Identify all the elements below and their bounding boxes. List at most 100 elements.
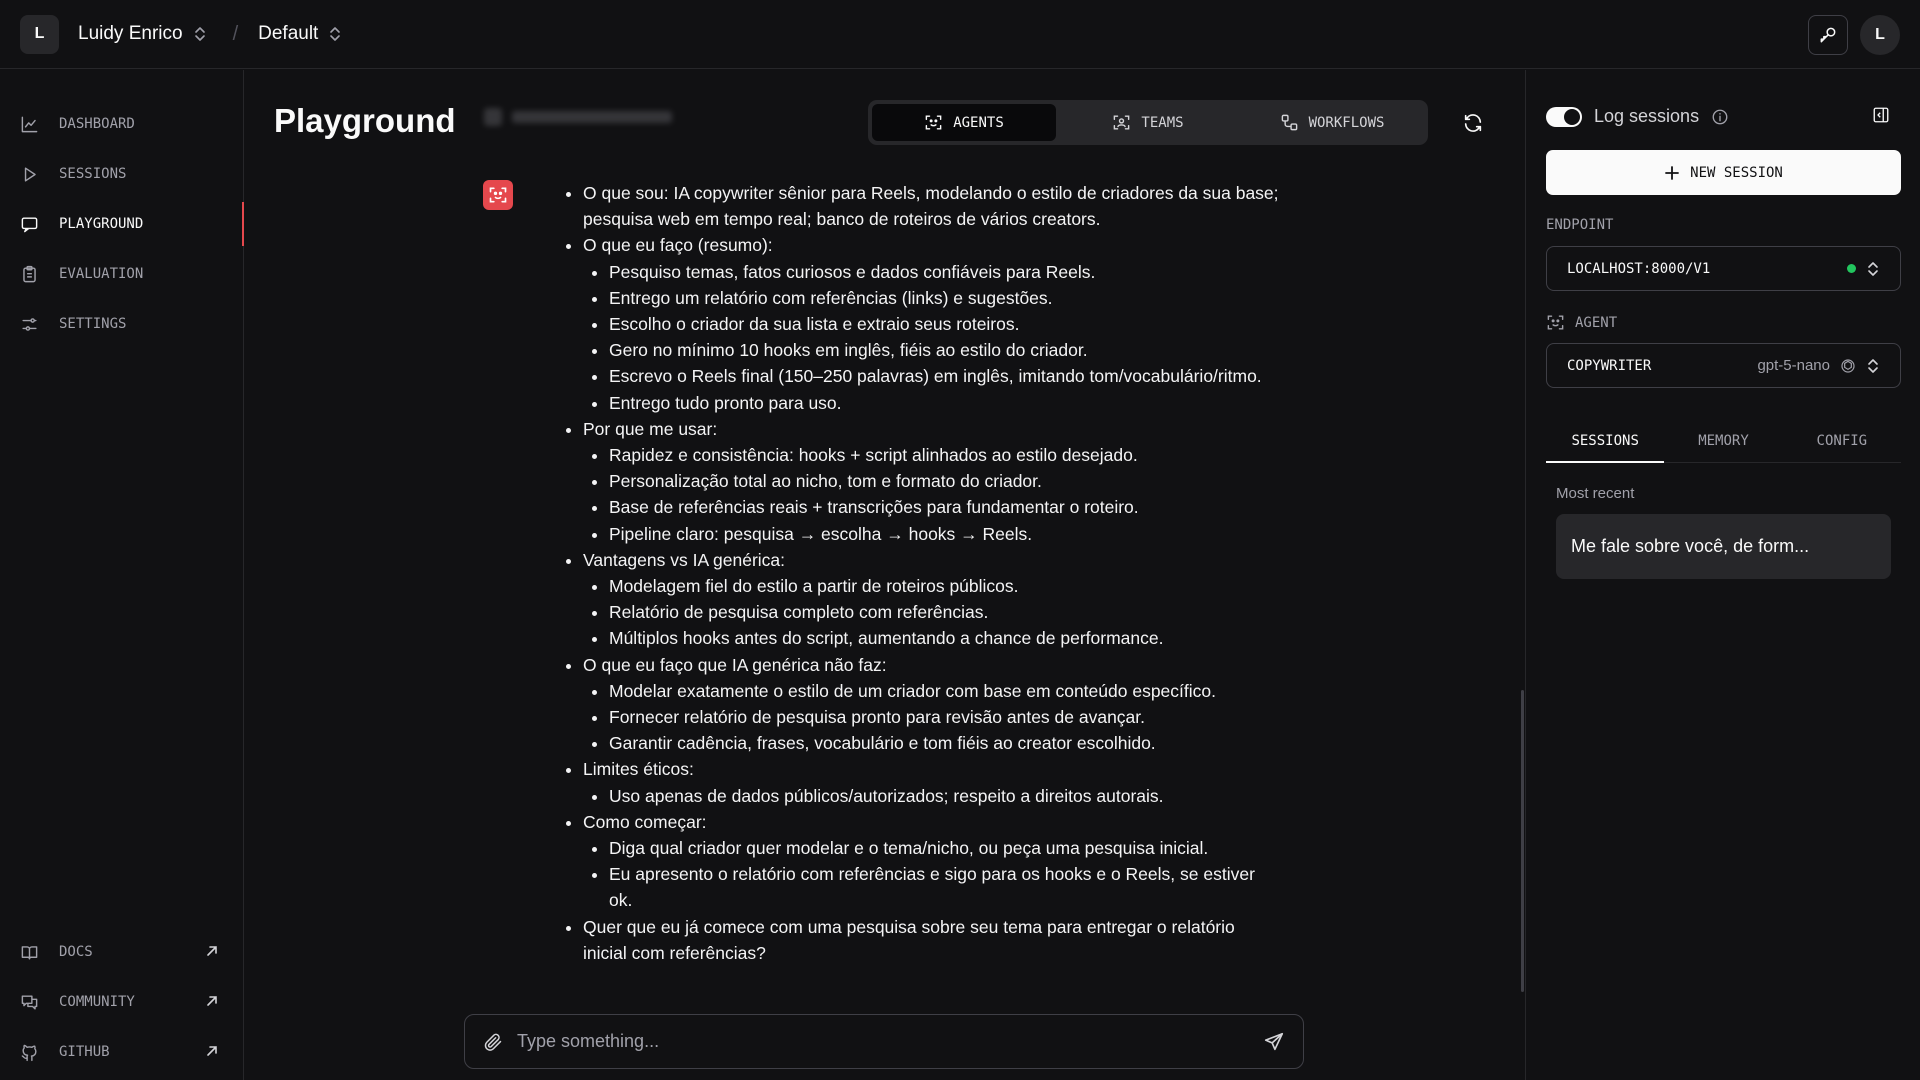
- new-session-button[interactable]: NEW SESSION: [1546, 150, 1901, 195]
- log-sessions-toggle[interactable]: [1546, 106, 1582, 127]
- tab-agents[interactable]: AGENTS: [872, 104, 1056, 141]
- sidebar-link-label: COMMUNITY: [59, 994, 135, 1010]
- agent-select[interactable]: COPYWRITER gpt-5-nano: [1546, 343, 1901, 388]
- message-sub-bullet: Escrevo o Reels final (150–250 palavras)…: [609, 363, 1280, 389]
- message-sub-bullet: Escolho o criador da sua lista e extraio…: [609, 311, 1280, 337]
- message-bullet: Quer que eu já comece com uma pesquisa s…: [583, 914, 1280, 966]
- chevrons-up-down-icon: [193, 26, 207, 42]
- status-dot: [1847, 264, 1856, 273]
- mode-switcher: AGENTS TEAMS WORKFLOWS: [868, 100, 1428, 145]
- project-switcher[interactable]: Default: [258, 23, 342, 45]
- tab-workflows[interactable]: WORKFLOWS: [1240, 104, 1424, 141]
- message-sub-bullet: Uso apenas de dados públicos/autorizados…: [609, 783, 1280, 809]
- key-icon: [1818, 25, 1838, 45]
- sidebar-item-label: SETTINGS: [59, 316, 127, 332]
- tab-config[interactable]: CONFIG: [1783, 420, 1901, 462]
- sidebar-item-evaluation[interactable]: EVALUATION: [0, 252, 243, 296]
- send-icon[interactable]: [1263, 1031, 1285, 1053]
- sidebar-item-dashboard[interactable]: DASHBOARD: [0, 102, 243, 146]
- message-sub-bullet: Pesquiso temas, fatos curiosos e dados c…: [609, 259, 1280, 285]
- openai-icon: [1840, 358, 1856, 374]
- sidebar-link-docs[interactable]: DOCS: [0, 930, 243, 974]
- user-switcher[interactable]: Luidy Enrico: [78, 23, 207, 45]
- sidebar-item-label: PLAYGROUND: [59, 216, 144, 232]
- message-bullet: Como começar: Diga qual criador quer mode…: [583, 809, 1280, 914]
- sliders-icon: [20, 315, 39, 334]
- agent-value: COPYWRITER: [1567, 357, 1652, 374]
- message-sublist: Pesquiso temas, fatos curiosos e dados c…: [583, 259, 1280, 416]
- session-list-item[interactable]: Me fale sobre você, de form...: [1556, 514, 1891, 579]
- external-link-icon: [205, 994, 219, 1008]
- sidebar-item-playground[interactable]: PLAYGROUND: [0, 202, 244, 246]
- message-bullet: O que eu faço que IA genérica não faz: Mo…: [583, 652, 1280, 757]
- page-title: Playground: [274, 102, 456, 139]
- user-avatar[interactable]: L: [1860, 15, 1900, 55]
- endpoint-select[interactable]: LOCALHOST:8000/V1: [1546, 246, 1901, 291]
- chevrons-up-down-icon: [1866, 358, 1880, 374]
- message-sub-bullet: Rapidez e consistência: hooks + script a…: [609, 442, 1280, 468]
- panel-collapse-icon[interactable]: [1872, 106, 1890, 124]
- team-icon: [1112, 113, 1131, 132]
- sidebar-link-github[interactable]: GITHUB: [0, 1030, 243, 1074]
- message-sub-bullet: Eu apresento o relatório com referências…: [609, 861, 1280, 913]
- message-sub-bullet: Base de referências reais + transcrições…: [609, 494, 1280, 520]
- sidebar-item-settings[interactable]: SETTINGS: [0, 302, 243, 346]
- message-bullet: Por que me usar: Rapidez e consistência: …: [583, 416, 1280, 547]
- breadcrumb-separator: /: [232, 22, 239, 45]
- agent-avatar: [483, 180, 513, 210]
- message-sub-bullet: Garantir cadência, frases, vocabulário e…: [609, 730, 1280, 756]
- agent-icon: [924, 113, 943, 132]
- api-key-button[interactable]: [1808, 15, 1848, 55]
- message-sub-bullet: Pipeline claro: pesquisa → escolha → hoo…: [609, 521, 1280, 547]
- sidebar-item-sessions[interactable]: SESSIONS: [0, 152, 243, 196]
- message-sub-bullet: Diga qual criador quer modelar e o tema/…: [609, 835, 1280, 861]
- agent-icon: [488, 185, 508, 205]
- log-sessions-label: Log sessions: [1594, 106, 1700, 126]
- right-panel-tabs: SESSIONS MEMORY CONFIG: [1546, 420, 1901, 463]
- message-bullet: O que sou: IA copywriter sênior para Ree…: [583, 180, 1280, 232]
- message-sub-bullet: Personalização total ao nicho, tom e for…: [609, 468, 1280, 494]
- play-icon: [20, 165, 39, 184]
- message-sub-bullet: Entrego tudo pronto para uso.: [609, 390, 1280, 416]
- message-bullet: Vantagens vs IA genérica: Modelagem fiel …: [583, 547, 1280, 652]
- project-name: Default: [258, 23, 319, 44]
- message-sublist: Modelagem fiel do estilo a partir de rot…: [583, 573, 1280, 652]
- message-bullet: O que eu faço (resumo): Pesquiso temas, f…: [583, 232, 1280, 415]
- message-sub-bullet: Modelagem fiel do estilo a partir de rot…: [609, 573, 1280, 599]
- message-sub-bullet: Entrego um relatório com referências (li…: [609, 285, 1280, 311]
- message-input[interactable]: [517, 1031, 1249, 1052]
- top-bar: L Luidy Enrico / Default L: [0, 0, 1920, 69]
- tab-label: TEAMS: [1141, 114, 1184, 131]
- agent-message: O que sou: IA copywriter sênior para Ree…: [560, 180, 1280, 966]
- agent-label: AGENT: [1575, 314, 1618, 331]
- message-sub-bullet: Modelar exatamente o estilo de um criado…: [609, 678, 1280, 704]
- user-name: Luidy Enrico: [78, 23, 183, 44]
- tab-label: AGENTS: [953, 114, 1004, 131]
- sidebar-item-label: DASHBOARD: [59, 116, 135, 132]
- message-bullet-text: Vantagens vs IA genérica:: [583, 549, 786, 570]
- message-bullet-text: O que eu faço que IA genérica não faz:: [583, 654, 887, 675]
- chevrons-up-down-icon: [1866, 261, 1880, 277]
- log-sessions-row: Log sessions: [1546, 106, 1729, 127]
- sidebar-item-label: EVALUATION: [59, 266, 144, 282]
- clipboard-icon: [20, 265, 39, 284]
- workflow-icon: [1280, 113, 1299, 132]
- paperclip-icon[interactable]: [483, 1032, 503, 1052]
- chevrons-up-down-icon: [328, 26, 342, 42]
- info-icon[interactable]: [1711, 108, 1729, 126]
- message-list: O que sou: IA copywriter sênior para Ree…: [560, 180, 1280, 966]
- tab-sessions[interactable]: SESSIONS: [1546, 420, 1665, 463]
- sidebar-link-community[interactable]: COMMUNITY: [0, 980, 243, 1024]
- message-bullet-text: O que sou: IA copywriter sênior para Ree…: [583, 183, 1279, 230]
- github-icon: [20, 1043, 39, 1062]
- sidebar-item-label: SESSIONS: [59, 166, 127, 182]
- refresh-button[interactable]: [1458, 108, 1488, 138]
- scrollbar-thumb[interactable]: [1521, 690, 1524, 992]
- workspace-avatar[interactable]: L: [20, 14, 59, 54]
- tab-memory[interactable]: MEMORY: [1664, 420, 1782, 462]
- sidebar-link-label: DOCS: [59, 944, 93, 960]
- message-bullet-text: Como começar:: [583, 811, 707, 832]
- right-panel: Log sessions NEW SESSION ENDPOINT LOCALH…: [1525, 70, 1920, 1080]
- model-name: gpt-5-nano: [1757, 357, 1830, 374]
- tab-teams[interactable]: TEAMS: [1056, 104, 1240, 141]
